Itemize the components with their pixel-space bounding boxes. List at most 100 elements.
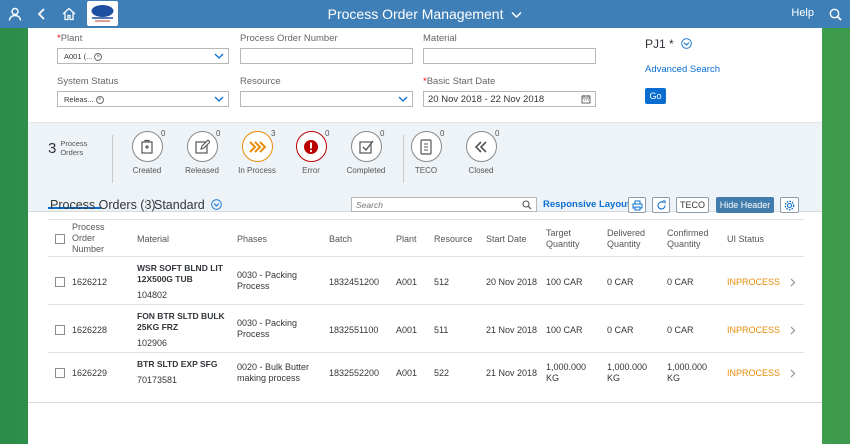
row-checkbox[interactable] — [55, 277, 65, 287]
table-row[interactable]: 1626229 BTR SLTD EXP SFG 70173581 0020 -… — [48, 352, 804, 400]
print-button[interactable] — [628, 197, 646, 213]
tab-error[interactable]: 0 Error — [281, 129, 341, 175]
cell-start-date: 20 Nov 2018 — [486, 277, 538, 287]
system-status-field[interactable]: Releas... × — [57, 91, 229, 107]
tab-label: Error — [302, 166, 320, 175]
go-button[interactable]: Go — [645, 88, 666, 104]
process-order-number-label: Process Order Number — [240, 33, 338, 44]
teco-button[interactable]: TECO — [676, 197, 709, 213]
refresh-icon — [656, 199, 666, 209]
resource-label: Resource — [240, 76, 281, 87]
tab-count: 0 — [161, 129, 166, 138]
tab-label: Completed — [346, 166, 386, 175]
plant-field[interactable]: A001 (... × — [57, 48, 229, 64]
table-header: Process Order Number Material Phases Batch… — [48, 219, 804, 256]
tab-count: 0 — [380, 129, 385, 138]
variant-name: PJ1 * — [645, 37, 674, 51]
settings-button[interactable] — [780, 197, 799, 213]
cell-order-number: 1626228 — [72, 325, 108, 335]
advanced-search-link[interactable]: Advanced Search — [645, 64, 720, 75]
basic-start-date-label: *Basic Start Date — [423, 76, 496, 87]
variant-selector[interactable]: PJ1 * — [645, 37, 692, 51]
chevron-down-icon[interactable] — [214, 94, 224, 104]
tab-completed[interactable]: 0 Completed — [336, 129, 396, 175]
view-name: Standard — [154, 198, 205, 212]
material-input[interactable] — [423, 48, 596, 64]
chevron-down-icon — [511, 11, 522, 19]
cell-delivered-quantity: 0 CAR — [607, 277, 634, 287]
row-checkbox[interactable] — [55, 368, 65, 378]
row-navigation-icon[interactable] — [790, 326, 796, 335]
variant-chevron-icon — [681, 38, 692, 49]
tab-count: 0 — [216, 129, 221, 138]
tab-count: 3 — [271, 129, 276, 138]
cell-resource: 511 — [434, 325, 449, 335]
cell-ui-status: INPROCESS — [727, 368, 781, 378]
app-title-text: Process Order Management — [327, 6, 504, 22]
cell-plant: A001 — [396, 325, 418, 335]
created-icon — [131, 131, 163, 162]
cell-ui-status: INPROCESS — [727, 325, 781, 335]
app-title[interactable]: Process Order Management — [0, 6, 850, 22]
cell-target-quantity: 1,000.000 KG — [546, 362, 587, 383]
calendar-icon[interactable] — [581, 94, 591, 104]
cell-batch: 1832552200 — [329, 368, 380, 378]
process-order-number-input[interactable] — [240, 48, 413, 64]
table-row[interactable]: 1626228 FON BTR SLTD BULK 25KG FRZ 102906… — [48, 304, 804, 352]
responsive-layout-link[interactable]: Responsive Layout — [543, 199, 630, 210]
total-orders-tab[interactable]: 3 Process Orders — [48, 139, 87, 157]
header-plant[interactable]: Plant — [396, 234, 417, 245]
header-ui-status[interactable]: UI Status — [727, 234, 764, 245]
header-material[interactable]: Material — [137, 234, 169, 245]
row-navigation-icon[interactable] — [790, 278, 796, 287]
row-navigation-icon[interactable] — [790, 369, 796, 378]
released-icon — [186, 131, 218, 162]
header-confirmed-quantity[interactable]: Confirmed Quantity — [667, 228, 709, 250]
search-icon[interactable] — [522, 200, 532, 210]
tab-released[interactable]: 0 Released — [172, 129, 232, 175]
clear-token-icon[interactable]: × — [95, 95, 104, 104]
tab-closed[interactable]: 0 Closed — [451, 129, 511, 175]
clear-token-icon[interactable]: × — [94, 52, 103, 61]
print-icon — [632, 200, 642, 210]
tab-teco[interactable]: 0 TECO — [396, 129, 456, 175]
resource-field[interactable] — [240, 91, 413, 107]
header-start-date[interactable]: Start Date — [486, 234, 527, 245]
cell-start-date: 21 Nov 2018 — [486, 325, 538, 335]
chevron-down-icon[interactable] — [214, 51, 224, 61]
row-checkbox[interactable] — [55, 325, 65, 335]
table-row[interactable]: 1626212 WSR SOFT BLND LIT 12X500G TUB 104… — [48, 256, 804, 304]
select-all-checkbox[interactable] — [55, 234, 65, 244]
gear-icon — [784, 200, 795, 210]
cell-material-code: 102906 — [137, 338, 168, 348]
tab-in-process[interactable]: 3 In Process — [227, 129, 287, 175]
chevron-down-icon[interactable] — [398, 94, 408, 104]
header-batch[interactable]: Batch — [329, 234, 352, 245]
header-target-quantity[interactable]: Target Quantity — [546, 228, 580, 250]
variant-management[interactable]: Standard — [154, 198, 222, 212]
table-search-input[interactable]: Search — [351, 197, 537, 212]
header-resource[interactable]: Resource — [434, 234, 473, 245]
cell-material-code: 104802 — [137, 290, 168, 300]
search-icon[interactable] — [826, 5, 844, 23]
table-title: Process Orders (3) — [50, 198, 156, 212]
system-status-token: Releas... × — [61, 94, 107, 105]
header-phases[interactable]: Phases — [237, 234, 267, 245]
tab-count: 0 — [325, 129, 330, 138]
header-process-order-number[interactable]: Process Order Number — [72, 222, 105, 255]
header-delivered-quantity[interactable]: Delivered Quantity — [607, 228, 645, 250]
hide-header-button[interactable]: Hide Header — [716, 197, 774, 213]
tab-separator — [112, 135, 113, 183]
tab-label: Released — [185, 166, 219, 175]
cell-confirmed-quantity: 0 CAR — [667, 325, 694, 335]
tab-created[interactable]: 0 Created — [117, 129, 177, 175]
basic-start-date-field[interactable]: 20 Nov 2018 - 22 Nov 2018 — [423, 91, 596, 107]
tab-count: 0 — [440, 129, 445, 138]
plant-token: A001 (... × — [61, 51, 105, 62]
view-chevron-icon — [211, 199, 222, 210]
help-link[interactable]: Help — [791, 7, 814, 19]
refresh-button[interactable] — [652, 197, 670, 213]
tab-label: In Process — [238, 166, 276, 175]
closed-icon — [465, 131, 497, 162]
teco-icon — [410, 131, 442, 162]
